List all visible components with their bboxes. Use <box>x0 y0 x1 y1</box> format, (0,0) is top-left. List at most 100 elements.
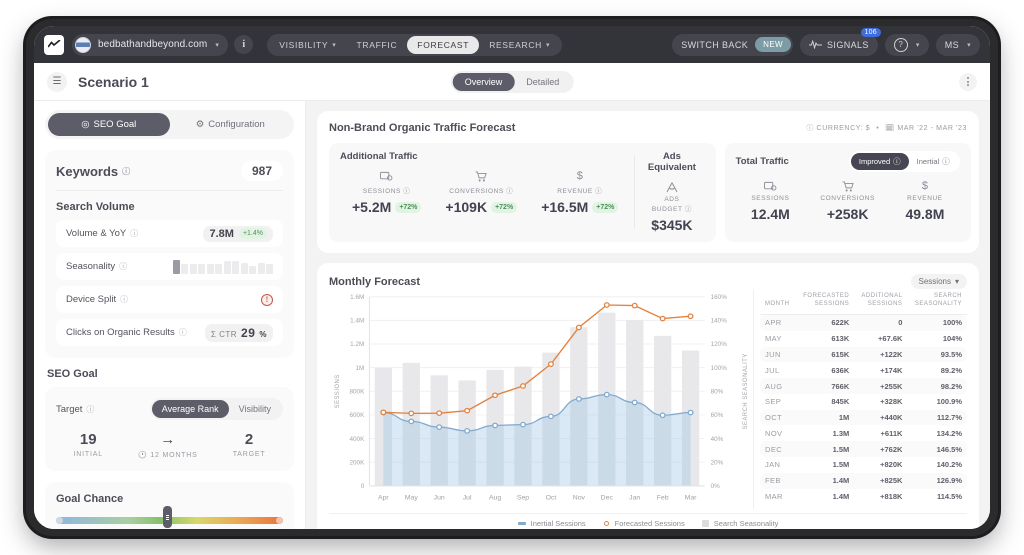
table-header-cell: MONTH <box>765 300 790 307</box>
user-menu-button[interactable]: MS ▾ <box>935 33 980 56</box>
legend-item-inertial[interactable]: Inertial Sessions <box>518 519 586 528</box>
svg-text:1.4M: 1.4M <box>350 318 364 325</box>
table-row[interactable]: SEP 845K +328K 100.9% <box>760 394 967 410</box>
additional-traffic-left: Additional Traffic SESSIONS ⓘ +5.2M +72%… <box>340 151 630 233</box>
nav-label: RESEARCH <box>489 39 543 50</box>
tab-overview[interactable]: Overview <box>452 72 515 91</box>
main-body: ◎ SEO Goal ⚙ Configuration Keywords ⓘ 98… <box>34 101 990 529</box>
table-cell: JAN <box>765 460 781 470</box>
row-seasonality[interactable]: Seasonality ⓘ <box>56 253 283 280</box>
total-traffic-title: Total Traffic <box>735 156 789 167</box>
table-cell: 98.2% <box>907 378 967 394</box>
ads-icon <box>651 180 692 194</box>
info-icon[interactable]: ⓘ <box>120 294 128 305</box>
toggle-improved[interactable]: Improved ⓘ <box>850 153 909 170</box>
table-cell: 1M <box>795 409 855 426</box>
table-row[interactable]: OCT 1M +440K 112.7% <box>760 409 967 426</box>
table-header-row: MONTH FORECASTED SESSIONS ADDITIONAL SESSION… <box>760 289 967 315</box>
table-row[interactable]: MAR 1.4M +818K 114.5% <box>760 489 967 505</box>
slider-handle[interactable] <box>162 506 172 528</box>
info-icon[interactable]: ⓘ <box>130 228 138 239</box>
goal-chance-slider[interactable] <box>56 506 283 528</box>
seasonality-bar <box>266 264 273 274</box>
tab-visibility[interactable]: Visibility <box>229 400 281 418</box>
metric-label: CONVERSIONS ⓘ <box>449 188 514 195</box>
legend-item-forecasted[interactable]: Forecasted Sessions <box>602 519 685 528</box>
table-cell: 1.5M <box>832 460 850 470</box>
table-row[interactable]: APR 622K 0 100% <box>760 314 967 331</box>
forecast-chart[interactable]: 0 200K 400K 600K 800K 1M 1.2M 1.4M 1.6M 0% 20% 40% 6… <box>329 289 753 509</box>
nav-item-research[interactable]: RESEARCH ▾ <box>479 36 560 54</box>
nav-item-visibility[interactable]: VISIBILITY ▾ <box>269 36 346 54</box>
table-row[interactable]: DEC 1.5M +762K 146.5% <box>760 441 967 458</box>
hamburger-icon[interactable]: ☰ <box>47 71 67 92</box>
app-logo-icon[interactable] <box>44 34 64 55</box>
table-cell: 622K <box>795 314 855 331</box>
info-icon-button[interactable]: i <box>234 35 254 54</box>
table-row[interactable]: JAN 1.5M +820K 140.2% <box>760 457 967 473</box>
table-cell: 146.5% <box>907 441 967 458</box>
table-cell: 1.4M <box>795 472 855 489</box>
table-row[interactable]: JUL 636K +174K 89.2% <box>760 362 967 378</box>
row-clicks-organic[interactable]: Clicks on Organic Results ⓘ Σ CTR 29% <box>56 319 283 346</box>
target-label: Target <box>56 403 83 415</box>
table-row[interactable]: NOV 1.3M +611K 134.2% <box>760 425 967 441</box>
seasonality-bar <box>206 264 214 274</box>
table-row[interactable]: AUG 766K +255K 98.2% <box>760 378 967 394</box>
info-icon[interactable]: ⓘ <box>122 166 130 177</box>
table-cell: 766K <box>795 378 855 394</box>
row-device-split[interactable]: Device Split ⓘ ! <box>56 286 283 313</box>
help-menu-button[interactable]: ? ▾ <box>884 33 929 56</box>
kebab-menu-icon[interactable] <box>959 72 977 91</box>
target-value: 2 <box>244 431 254 448</box>
svg-text:120%: 120% <box>711 341 728 348</box>
site-selector[interactable]: bedbathandbeyond.com ▾ <box>72 33 229 56</box>
total-traffic-box: Total Traffic Improved ⓘ Inertial ⓘ SESS… <box>724 143 971 242</box>
search-volume-title: Search Volume <box>56 201 135 213</box>
table-cell: OCT <box>760 409 796 426</box>
svg-text:SEARCH SEASONALITY: SEARCH SEASONALITY <box>743 353 749 429</box>
tab-average-rank[interactable]: Average Rank <box>151 400 229 418</box>
volume-delta-badge: +1.4% <box>238 228 267 239</box>
toggle-inertial[interactable]: Inertial ⓘ <box>909 153 958 170</box>
nav-item-traffic[interactable]: TRAFFIC <box>347 36 408 54</box>
currency-label[interactable]: ⓘ CURRENCY: $ <box>806 123 870 133</box>
row-volume-yoy[interactable]: Volume & YoY ⓘ 7.8M +1.4% <box>56 220 283 247</box>
signals-button[interactable]: SIGNALS 106 <box>800 27 881 56</box>
table-row[interactable]: MAY 613K +67.6K 104% <box>760 331 967 347</box>
signals-count-badge: 106 <box>860 27 881 37</box>
info-icon[interactable]: ⓘ <box>86 404 94 415</box>
warning-icon[interactable]: ! <box>261 293 273 306</box>
switch-back-button[interactable]: SWITCH BACK NEW <box>672 33 794 56</box>
initial-value: 19 <box>79 431 97 448</box>
table-cell: +825K <box>854 472 908 489</box>
info-icon[interactable]: ⓘ <box>179 327 187 338</box>
seasonality-bar <box>240 263 248 274</box>
nav-label: FORECAST <box>417 39 470 50</box>
table-cell: 845K <box>831 397 850 407</box>
info-icon[interactable]: ⓘ <box>119 261 127 272</box>
nav-item-forecast[interactable]: FORECAST <box>407 35 480 54</box>
table-cell: 114.5% <box>936 491 962 501</box>
info-icon: ⓘ <box>893 157 901 166</box>
legend-item-seasonality[interactable]: Search Seasonality <box>701 519 778 528</box>
seasonality-bar <box>249 266 256 274</box>
sidebar-tab-seo-goal[interactable]: ◎ SEO Goal <box>48 113 170 136</box>
table-cell: +820K <box>880 460 903 470</box>
seasonality-bar <box>215 264 222 274</box>
dollar-icon: $ <box>921 180 928 192</box>
metric-selector-dropdown[interactable]: Sessions ▾ <box>910 274 967 289</box>
date-range-label[interactable]: 🗓 MAR '22 - MAR '23 <box>885 124 967 132</box>
table-row[interactable]: FEB 1.4M +825K 126.9% <box>760 472 967 489</box>
table-row[interactable]: JUN 615K +122K 93.5% <box>760 346 967 363</box>
sidebar-content: Keywords ⓘ 987 Search Volume Volume & Yo… <box>34 150 305 529</box>
ads-equivalent-group: Ads Equivalent ADS BUDGET ⓘ $345K <box>639 151 704 233</box>
additional-traffic-box: Additional Traffic SESSIONS ⓘ +5.2M +72%… <box>329 143 716 242</box>
ctr-value: 29 <box>241 325 256 340</box>
tab-detailed[interactable]: Detailed <box>514 73 571 91</box>
svg-text:Jan: Jan <box>629 494 640 501</box>
sidebar-tab-configuration[interactable]: ⚙ Configuration <box>170 113 292 136</box>
duration-text: 12 MONTHS <box>150 452 198 459</box>
chart-legend: Inertial Sessions Forecasted Sessions Se… <box>329 513 967 528</box>
svg-text:Dec: Dec <box>601 494 614 501</box>
